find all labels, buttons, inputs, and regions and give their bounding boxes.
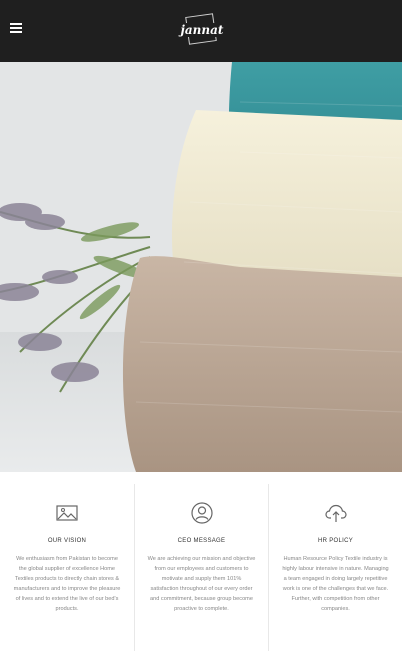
feature-text: We are achieving our mission and objecti… xyxy=(147,556,256,612)
feature-our-vision: OUR VISION We enthusiasm from Pakistan t… xyxy=(0,484,134,651)
feature-text: Human Resource Policy Textile industry i… xyxy=(282,556,389,612)
brand-logo[interactable]: jannat xyxy=(180,12,224,48)
feature-title: HR POLICY xyxy=(317,538,354,544)
feature-title: OUR VISION xyxy=(47,538,87,544)
menu-line xyxy=(10,27,22,29)
features-section: OUR VISION We enthusiasm from Pakistan t… xyxy=(0,484,402,651)
top-navigation-bar: jannat xyxy=(0,0,402,62)
menu-line xyxy=(10,23,22,25)
hero-image-towels xyxy=(0,62,402,472)
feature-text: We enthusiasm from Pakistan to become th… xyxy=(13,556,121,612)
user-circle-icon xyxy=(190,502,213,524)
feature-title: CEO MESSAGE xyxy=(177,538,226,544)
menu-line xyxy=(10,31,22,33)
hamburger-menu-icon[interactable] xyxy=(10,23,22,33)
feature-hr-policy: HR POLICY Human Resource Policy Textile … xyxy=(268,484,402,651)
feature-ceo-message: CEO MESSAGE We are achieving our mission… xyxy=(134,484,268,651)
logo-text: jannat xyxy=(180,23,224,37)
towels-photo xyxy=(0,62,402,472)
image-icon xyxy=(56,505,78,521)
cloud-upload-icon xyxy=(324,504,347,522)
